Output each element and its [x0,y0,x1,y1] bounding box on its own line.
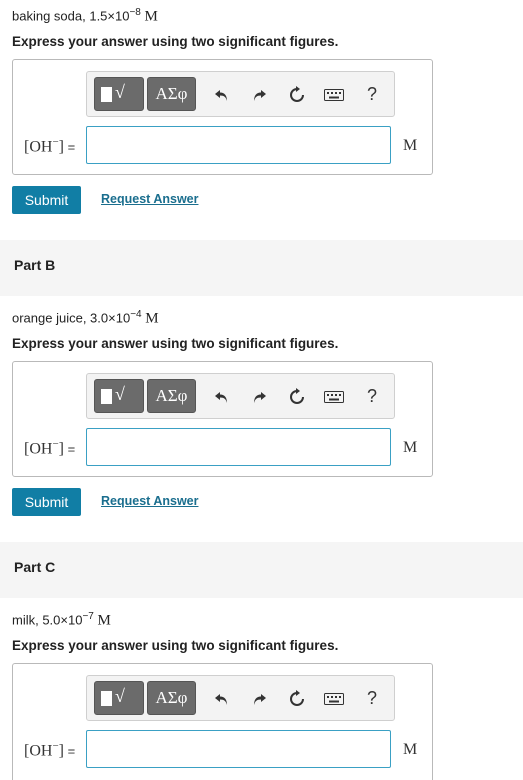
answer-input-b[interactable] [86,428,391,466]
answer-label-b: [OH−] = [24,438,76,458]
keyboard-icon[interactable] [322,676,346,720]
redo-icon[interactable] [246,72,272,116]
undo-icon[interactable] [209,72,235,116]
question-prompt-b: orange juice, 3.0×10−4 M [12,309,159,327]
reset-icon[interactable] [284,676,310,720]
answer-input-a[interactable] [86,126,391,164]
templates-icon [101,87,112,102]
math-toolbar-c: √ ΑΣφ ? [86,675,395,721]
part-header-b: Part B [0,240,523,296]
keyboard-icon[interactable] [322,374,346,418]
answer-label-a: [OH−] = [24,136,76,156]
templates-icon [101,389,112,404]
question-prompt-c: milk, 5.0×10−7 M [12,611,111,629]
part-header-c: Part C [0,542,523,598]
templates-icon [101,691,112,706]
help-icon[interactable]: ? [359,72,385,116]
request-answer-link-a[interactable]: Request Answer [101,192,198,206]
greek-symbols-button[interactable]: ΑΣφ [147,379,196,413]
unit-label-c: M [403,741,418,758]
redo-icon[interactable] [246,676,272,720]
templates-button[interactable]: √ [94,379,144,413]
instruction-a: Express your answer using two significan… [12,34,339,49]
question-prompt-a: baking soda, 1.5×10−8 M [12,7,158,25]
part-title-b: Part B [14,257,56,273]
undo-icon[interactable] [209,676,235,720]
templates-button[interactable]: √ [94,681,144,715]
submit-button-b[interactable]: Submit [12,488,81,516]
instruction-c: Express your answer using two significan… [12,638,339,653]
answer-box-b: √ ΑΣφ ? [OH−] = M [12,361,433,477]
templates-button[interactable]: √ [94,77,144,111]
answer-label-c: [OH−] = [24,740,76,760]
answer-box-a: √ ΑΣφ ? [OH−] = M [12,59,433,175]
math-toolbar-a: √ ΑΣφ ? [86,71,395,117]
keyboard-icon[interactable] [322,72,346,116]
redo-icon[interactable] [246,374,272,418]
submit-button-a[interactable]: Submit [12,186,81,214]
unit-label-a: M [403,137,418,154]
reset-icon[interactable] [284,72,310,116]
part-title-c: Part C [14,559,56,575]
undo-icon[interactable] [209,374,235,418]
answer-input-c[interactable] [86,730,391,768]
math-toolbar-b: √ ΑΣφ ? [86,373,395,419]
greek-symbols-button[interactable]: ΑΣφ [147,681,196,715]
unit-label-b: M [403,439,418,456]
help-icon[interactable]: ? [359,374,385,418]
request-answer-link-b[interactable]: Request Answer [101,494,198,508]
greek-symbols-button[interactable]: ΑΣφ [147,77,196,111]
reset-icon[interactable] [284,374,310,418]
help-icon[interactable]: ? [359,676,385,720]
answer-box-c: √ ΑΣφ ? [OH−] = M [12,663,433,780]
instruction-b: Express your answer using two significan… [12,336,339,351]
